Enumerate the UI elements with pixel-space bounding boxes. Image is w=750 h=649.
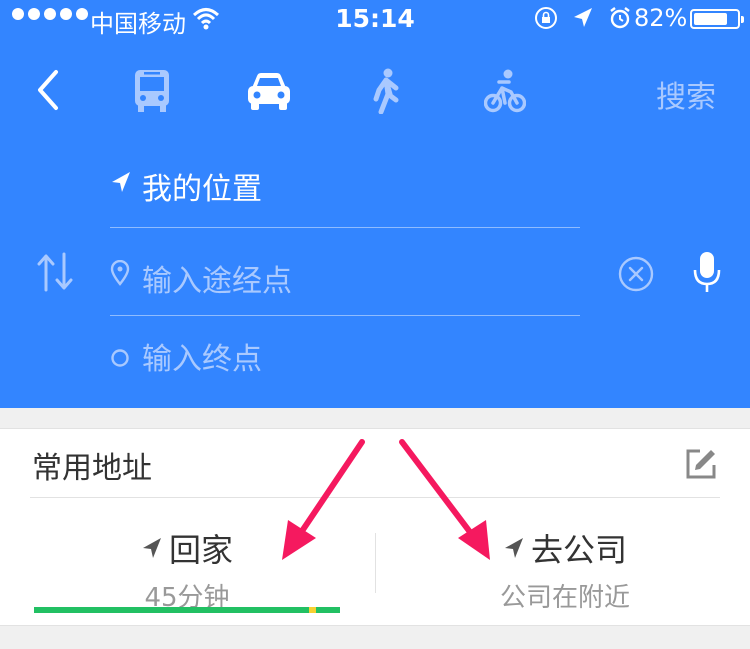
swap-direction-icon[interactable] bbox=[36, 252, 74, 292]
waypoint-input[interactable]: 输入途经点 bbox=[110, 240, 580, 316]
favorite-addresses-card: 常用地址 回家 45分钟 去公司 公司在附近 bbox=[0, 428, 750, 626]
alarm-icon bbox=[610, 7, 630, 29]
bus-icon[interactable] bbox=[132, 68, 172, 114]
back-arrow-icon[interactable] bbox=[30, 68, 66, 112]
traffic-condition-bar bbox=[34, 607, 340, 613]
search-button[interactable]: 搜索 bbox=[656, 72, 716, 116]
go-to-work-shortcut[interactable]: 去公司 公司在附近 bbox=[410, 525, 720, 614]
destination-input[interactable]: 输入终点 bbox=[110, 330, 580, 390]
navigation-arrow-icon bbox=[142, 538, 161, 558]
clear-circle-icon[interactable] bbox=[618, 256, 654, 292]
waypoint-pin-icon bbox=[110, 260, 130, 286]
vertical-divider bbox=[375, 533, 376, 593]
destination-circle-icon bbox=[111, 349, 129, 367]
status-bar: 中国移动 15:14 82% bbox=[0, 0, 750, 40]
rotation-lock-icon bbox=[535, 7, 557, 29]
divider bbox=[30, 497, 720, 498]
car-icon[interactable] bbox=[246, 68, 292, 114]
work-label: 去公司 bbox=[530, 531, 627, 569]
route-header: 中国移动 15:14 82% 搜索 我的位置 输入途经点 输入终点 bbox=[0, 0, 750, 408]
origin-text: 我的位置 bbox=[142, 172, 262, 207]
traffic-segment bbox=[315, 607, 340, 613]
home-label: 回家 bbox=[168, 531, 233, 569]
battery-percentage: 82% bbox=[634, 4, 688, 32]
transport-mode-bar: 搜索 bbox=[0, 60, 750, 120]
destination-placeholder: 输入终点 bbox=[142, 342, 262, 377]
origin-field[interactable]: 我的位置 bbox=[110, 160, 580, 228]
go-home-shortcut[interactable]: 回家 45分钟 bbox=[34, 525, 340, 614]
traffic-segment bbox=[34, 607, 310, 613]
navigation-arrow-icon bbox=[504, 538, 523, 558]
walk-icon[interactable] bbox=[366, 68, 406, 114]
work-detail: 公司在附近 bbox=[499, 583, 630, 613]
edit-icon[interactable] bbox=[684, 447, 718, 481]
location-services-icon bbox=[574, 8, 592, 27]
battery-icon bbox=[690, 9, 744, 29]
my-location-arrow-icon bbox=[112, 172, 130, 192]
waypoint-placeholder: 输入途经点 bbox=[142, 264, 292, 299]
bike-icon[interactable] bbox=[484, 68, 526, 114]
microphone-icon[interactable] bbox=[692, 250, 722, 294]
card-title: 常用地址 bbox=[32, 451, 152, 486]
